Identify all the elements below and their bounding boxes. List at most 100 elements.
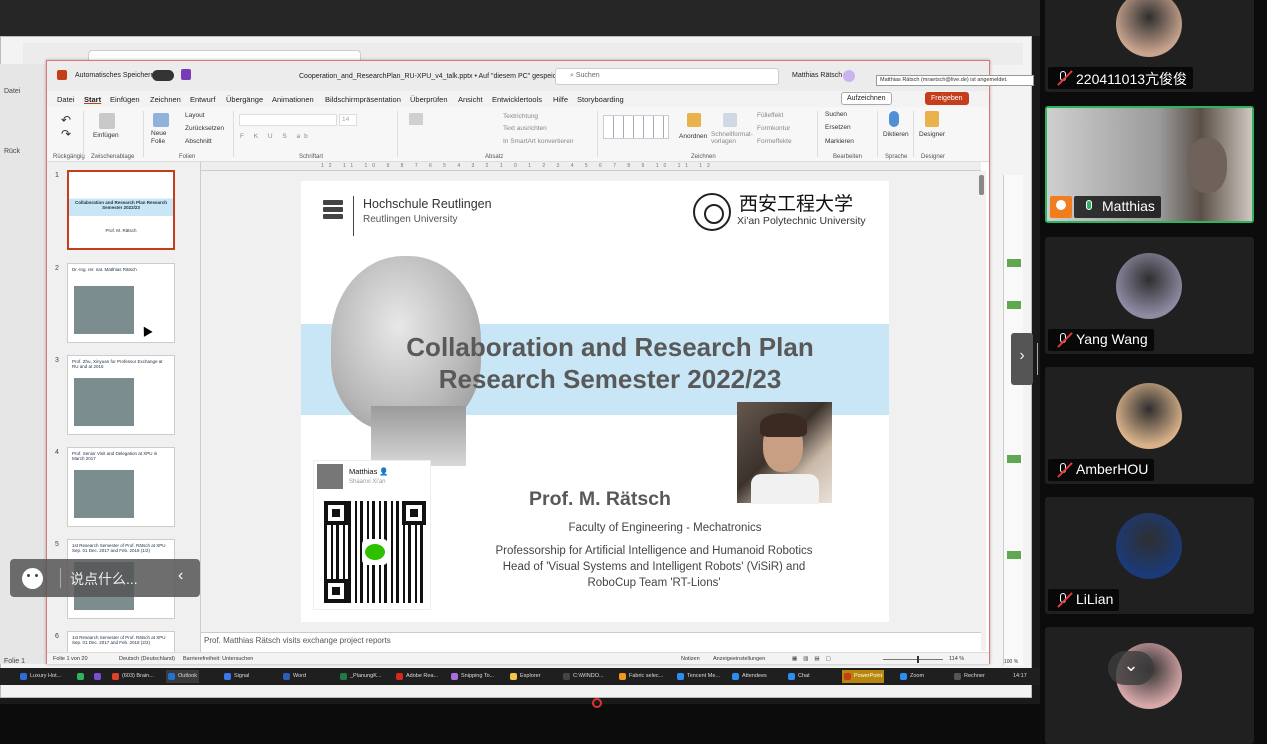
slide-thumbnail[interactable]: 1st Research Semester of Prof. Rätsch at… bbox=[67, 631, 175, 652]
chat-placeholder[interactable]: 说点什么... bbox=[70, 569, 138, 589]
undo-icon[interactable]: ↶ bbox=[61, 113, 71, 127]
user-name[interactable]: Matthias Rätsch bbox=[792, 72, 842, 79]
participant-tile[interactable]: AmberHOU bbox=[1045, 367, 1254, 484]
participant-tile[interactable]: Matthias bbox=[1045, 106, 1254, 223]
menu-bildschirmpräsentation[interactable]: Bildschirmpräsentation bbox=[325, 95, 401, 104]
slide-thumbnail[interactable]: Collaboration and Research Plan Research… bbox=[67, 170, 175, 250]
collapse-panel-button[interactable]: › bbox=[1011, 333, 1038, 385]
designer-icon[interactable] bbox=[925, 111, 939, 127]
taskbar-item[interactable]: Fabric selec... bbox=[617, 670, 665, 683]
taskbar-item[interactable]: C:\WINDO... bbox=[561, 670, 606, 683]
display-settings[interactable]: Anzeigeeinstellungen bbox=[713, 656, 765, 662]
record-button[interactable]: Aufzeichnen bbox=[841, 92, 892, 105]
chevron-left-icon[interactable]: ‹ bbox=[178, 567, 183, 585]
taskbar-item[interactable]: Adobe Rea... bbox=[394, 670, 440, 683]
participant-tile[interactable]: 220411013亢俊俊 bbox=[1045, 0, 1254, 92]
taskbar-item[interactable]: PowerPoint bbox=[842, 670, 885, 683]
layout-button[interactable]: Layout bbox=[185, 112, 205, 119]
menu-einfügen[interactable]: Einfügen bbox=[110, 95, 140, 104]
find-button[interactable]: Suchen bbox=[825, 111, 847, 118]
select-button[interactable]: Markieren bbox=[825, 138, 854, 145]
save-icon[interactable] bbox=[181, 69, 191, 80]
menu-hilfe[interactable]: Hilfe bbox=[553, 95, 568, 104]
paste-button[interactable]: Einfügen bbox=[93, 132, 119, 139]
user-avatar[interactable] bbox=[843, 70, 855, 82]
designer-button[interactable]: Designer bbox=[919, 131, 945, 138]
taskbar-item[interactable]: Luxury Hot... bbox=[18, 670, 63, 683]
effects-button[interactable]: Formeffekte bbox=[757, 138, 792, 145]
taskbar-item[interactable]: _PlanungK... bbox=[338, 670, 384, 683]
outline-button[interactable]: Formkontur bbox=[757, 125, 790, 132]
zoom-level[interactable]: 114 % bbox=[949, 656, 964, 662]
mic-on-icon bbox=[1081, 199, 1097, 215]
taskbar-item[interactable]: Outlook bbox=[166, 670, 199, 683]
taskbar-item[interactable]: (603) Brain... bbox=[110, 670, 156, 683]
taskbar-item[interactable]: Explorer bbox=[508, 670, 542, 683]
fill-button[interactable]: Fülleffekt bbox=[757, 112, 783, 119]
smartart-button[interactable]: In SmartArt konvertieren bbox=[503, 138, 573, 145]
taskbar-item[interactable] bbox=[92, 670, 106, 683]
redo-icon[interactable]: ↷ bbox=[61, 127, 71, 141]
slide-thumbnail[interactable]: Prof. Senior Visit and Delegation at XPU… bbox=[67, 447, 175, 527]
accessibility-status[interactable]: Barrierefreiheit: Untersuchen bbox=[183, 656, 253, 662]
new-slide-button[interactable]: Neue Folie bbox=[151, 130, 181, 146]
scrollbar-thumb[interactable] bbox=[979, 175, 984, 195]
taskbar-item[interactable]: Word bbox=[281, 670, 308, 683]
participant-tile[interactable]: Yang Wang bbox=[1045, 237, 1254, 354]
reset-button[interactable]: Zurücksetzen bbox=[185, 125, 224, 132]
zoom-slider[interactable] bbox=[883, 656, 943, 663]
file-name[interactable]: Cooperation_and_ResearchPlan_RU-XPU_v4_t… bbox=[299, 72, 576, 80]
font-format-buttons[interactable]: F K U S ab bbox=[240, 133, 312, 140]
participant-tile[interactable] bbox=[1045, 627, 1254, 744]
microphone-icon[interactable] bbox=[889, 111, 899, 127]
arrange-icon[interactable] bbox=[687, 113, 701, 127]
share-button[interactable]: Freigeben bbox=[925, 92, 969, 105]
shapes-gallery[interactable] bbox=[603, 115, 669, 139]
notes-toggle[interactable]: Notizen bbox=[681, 656, 700, 662]
bullets-icon[interactable] bbox=[409, 113, 423, 125]
view-buttons[interactable]: ▦▥▤▢ bbox=[792, 656, 837, 662]
menu-animationen[interactable]: Animationen bbox=[272, 95, 314, 104]
taskbar-item[interactable]: Rechner bbox=[952, 670, 987, 683]
vertical-scrollbar[interactable] bbox=[977, 171, 986, 651]
font-family-select[interactable] bbox=[239, 114, 337, 126]
taskbar-item[interactable]: Signal bbox=[222, 670, 251, 683]
section-button[interactable]: Abschnitt bbox=[185, 138, 212, 145]
speaker-notes[interactable]: Prof. Matthias Rätsch visits exchange pr… bbox=[201, 632, 981, 652]
align-text-button[interactable]: Text ausrichten bbox=[503, 125, 547, 132]
participant-tile[interactable]: LiLian bbox=[1045, 497, 1254, 614]
slide-thumbnail[interactable]: Dr.-Ing. rer. nat. Matthias Rätsch bbox=[67, 263, 175, 343]
paste-icon[interactable] bbox=[99, 113, 115, 129]
taskbar-item[interactable]: Zoom bbox=[898, 670, 926, 683]
quick-styles-icon[interactable] bbox=[723, 113, 737, 127]
language-status[interactable]: Deutsch (Deutschland) bbox=[119, 656, 175, 662]
chevron-down-icon[interactable]: ⌄ bbox=[1108, 651, 1154, 685]
quick-styles-button[interactable]: Schnellformat-vorlagen bbox=[711, 131, 753, 145]
dictate-button[interactable]: Diktieren bbox=[883, 131, 909, 138]
menu-entwurf[interactable]: Entwurf bbox=[190, 95, 215, 104]
taskbar-item[interactable]: Tencent Me... bbox=[675, 670, 722, 683]
ppt-search-box[interactable]: ⌕ Suchen bbox=[555, 68, 779, 85]
text-direction-button[interactable]: Textrichtung bbox=[503, 113, 538, 120]
emoji-icon[interactable] bbox=[22, 568, 43, 589]
replace-button[interactable]: Ersetzen bbox=[825, 124, 851, 131]
slide-thumbnail[interactable]: Prof. Zhu, Xinyuan for Professor Exchang… bbox=[67, 355, 175, 435]
menu-zeichnen[interactable]: Zeichnen bbox=[150, 95, 181, 104]
menu-start[interactable]: Start bbox=[84, 95, 101, 104]
new-slide-icon[interactable] bbox=[153, 113, 169, 127]
menu-entwicklertools[interactable]: Entwicklertools bbox=[492, 95, 542, 104]
arrange-button[interactable]: Anordnen bbox=[679, 133, 707, 140]
menu-storyboarding[interactable]: Storyboarding bbox=[577, 95, 624, 104]
current-slide[interactable]: Hochschule Reutlingen Reutlingen Univers… bbox=[301, 181, 889, 622]
taskbar-item[interactable] bbox=[75, 670, 89, 683]
menu-datei[interactable]: Datei bbox=[57, 95, 75, 104]
menu-überprüfen[interactable]: Überprüfen bbox=[410, 95, 448, 104]
chat-input-bar[interactable]: 说点什么... ‹ bbox=[10, 559, 200, 597]
menu-ansicht[interactable]: Ansicht bbox=[458, 95, 483, 104]
autosave-toggle[interactable] bbox=[152, 70, 174, 81]
taskbar-item[interactable]: Attendees bbox=[730, 670, 769, 683]
menu-übergänge[interactable]: Übergänge bbox=[226, 95, 263, 104]
taskbar-item[interactable]: Chat bbox=[786, 670, 812, 683]
font-size-select[interactable]: 14 bbox=[339, 114, 357, 126]
taskbar-item[interactable]: Snipping To... bbox=[449, 670, 496, 683]
